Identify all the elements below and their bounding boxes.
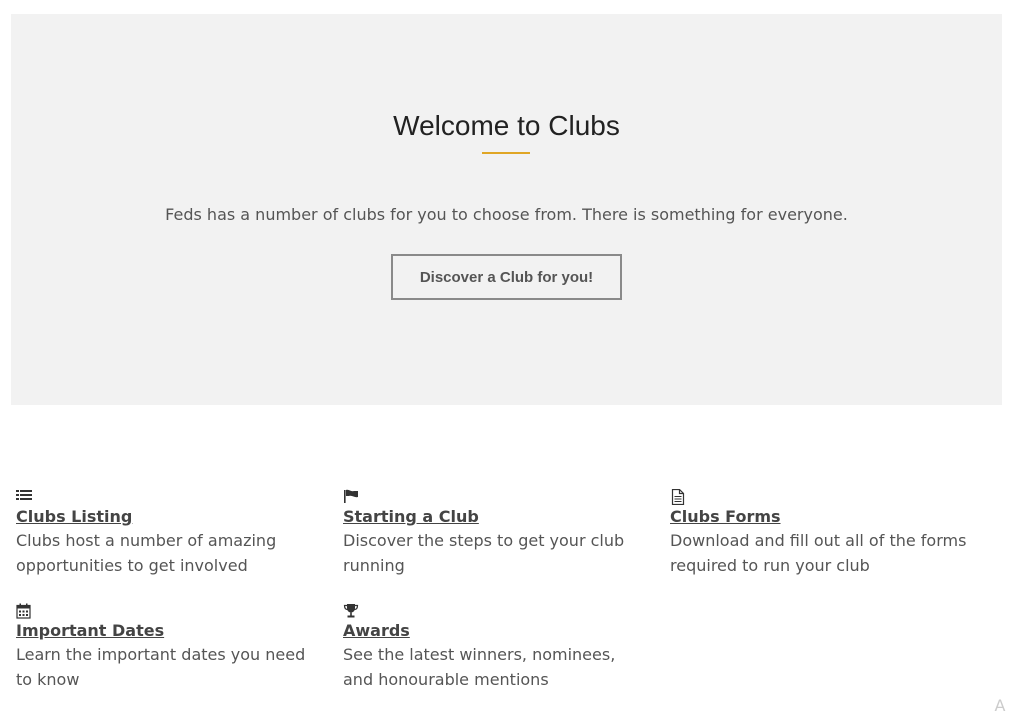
calendar-icon xyxy=(16,603,32,619)
flag-icon xyxy=(343,489,359,505)
clubs-listing-description: Clubs host a number of amazing opportuni… xyxy=(16,531,277,575)
starting-a-club-link[interactable]: Starting a Club xyxy=(343,507,479,527)
accessibility-toggle[interactable]: A xyxy=(989,695,1011,717)
clubs-forms-link[interactable]: Clubs Forms xyxy=(670,507,781,527)
feature-clubs-listing: Clubs Listing Clubs host a number of ama… xyxy=(16,489,316,578)
feature-important-dates: Important Dates Learn the important date… xyxy=(16,603,316,692)
title-underline xyxy=(482,152,530,154)
starting-a-club-description: Discover the steps to get your club runn… xyxy=(343,531,625,575)
clubs-forms-description: Download and fill out all of the forms r… xyxy=(670,531,967,575)
trophy-icon xyxy=(343,603,359,619)
hero-title: Welcome to Clubs xyxy=(393,110,620,141)
awards-link[interactable]: Awards xyxy=(343,621,410,641)
awards-description: See the latest winners, nominees, and ho… xyxy=(343,645,616,689)
feature-starting-a-club: Starting a Club Discover the steps to ge… xyxy=(343,489,643,578)
feature-clubs-forms: Clubs Forms Download and fill out all of… xyxy=(670,489,970,578)
important-dates-description: Learn the important dates you need to kn… xyxy=(16,645,306,689)
important-dates-link[interactable]: Important Dates xyxy=(16,621,164,641)
feature-awards: Awards See the latest winners, nominees,… xyxy=(343,603,643,692)
document-icon xyxy=(670,489,686,505)
list-icon xyxy=(16,489,32,505)
hero-banner: Welcome to Clubs Feds has a number of cl… xyxy=(11,14,1002,405)
hero-description: Feds has a number of clubs for you to ch… xyxy=(165,205,848,224)
clubs-listing-link[interactable]: Clubs Listing xyxy=(16,507,132,527)
discover-club-button[interactable]: Discover a Club for you! xyxy=(391,254,622,300)
